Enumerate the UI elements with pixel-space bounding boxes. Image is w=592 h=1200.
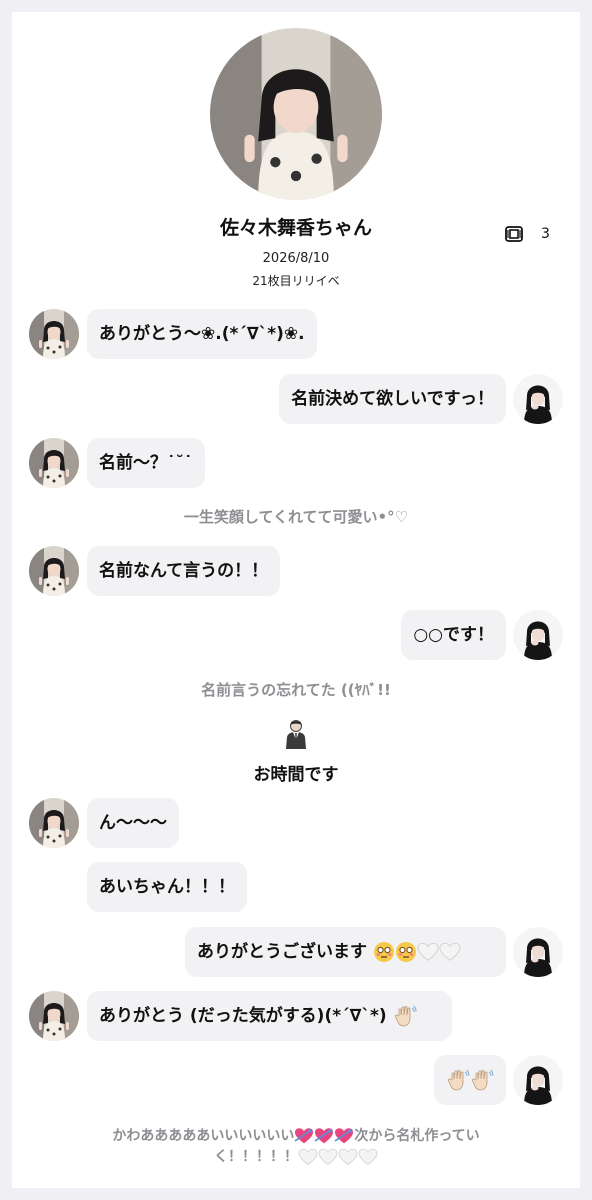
heart-with-arrow-emoji (334, 1128, 354, 1144)
white-heart-emoji (318, 1148, 338, 1165)
waving-hand-emoji (472, 1069, 494, 1091)
idol-avatar (29, 309, 79, 359)
white-heart-emoji (417, 942, 439, 961)
idol-avatar (29, 438, 79, 488)
waving-hand-emoji (448, 1069, 470, 1091)
message-bubble-idol: ん〜〜〜 (87, 798, 179, 848)
staff-person-icon (286, 720, 306, 749)
fan-avatar (513, 1055, 563, 1105)
fan-avatar (513, 374, 563, 424)
message-bubble-fan: ○○です！ (401, 610, 506, 660)
white-heart-emoji (298, 1148, 318, 1165)
message-text: ありがとう (だった気がする)(*´∇`*) (99, 1006, 387, 1026)
profile-avatar[interactable] (210, 28, 382, 200)
flushed-face-emoji (395, 942, 416, 962)
message-bubble-idol: あいちゃん！！！ (87, 862, 247, 912)
white-heart-emoji (439, 942, 461, 961)
event-date: 2026/8/10 (262, 251, 330, 266)
note-text: 名前言うの忘れてた ((ﾔﾊﾞ!! (201, 681, 391, 699)
message-bubble-idol: ありがとう (だった気がする)(*´∇`*) (87, 991, 452, 1041)
fan-avatar (513, 927, 563, 977)
profile-name: 佐々木舞香ちゃん (219, 217, 372, 239)
event-name: 21枚目リリイベ (252, 274, 340, 288)
message-bubble-idol: ありがとう〜❀.(*´∇`*)❀. (87, 309, 317, 359)
note-text: 一生笑顔してくれてて可愛い•°♡ (183, 508, 409, 526)
heart-with-arrow-emoji (294, 1128, 314, 1144)
message-bubble-fan: 名前決めて欲しいですっ！ (279, 374, 506, 424)
idol-avatar (29, 546, 79, 596)
waving-hand-emoji (394, 1005, 417, 1027)
message-bubble-fan (434, 1055, 506, 1105)
flushed-face-emoji (373, 942, 394, 962)
idol-avatar (29, 991, 79, 1041)
ticket-counter[interactable]: 3 (505, 226, 550, 242)
heart-with-arrow-emoji (314, 1128, 334, 1144)
white-heart-emoji (338, 1148, 358, 1165)
message-bubble-idol: 名前なんて言うの！！ (87, 546, 281, 596)
ticket-count: 3 (541, 226, 550, 242)
message-text: ありがとうございます (197, 942, 367, 962)
fan-avatar (513, 610, 563, 660)
note-text-part: く！！！！！ (214, 1149, 298, 1165)
note-text: かわあああああいいいいいい 次から名札作っていく！！！！！ (40, 1126, 552, 1168)
staff-label: お時間です (253, 765, 339, 785)
message-bubble-fan: ありがとうございます (185, 927, 506, 977)
message-bubble-idol: 名前〜？˙˘˙ (87, 438, 205, 488)
white-heart-emoji (358, 1148, 378, 1165)
note-text-part: かわあああああいいいいいい (112, 1128, 295, 1144)
ticket-icon (505, 226, 523, 242)
note-text-part: 次から名札作ってい (354, 1128, 480, 1144)
idol-avatar (29, 798, 79, 848)
